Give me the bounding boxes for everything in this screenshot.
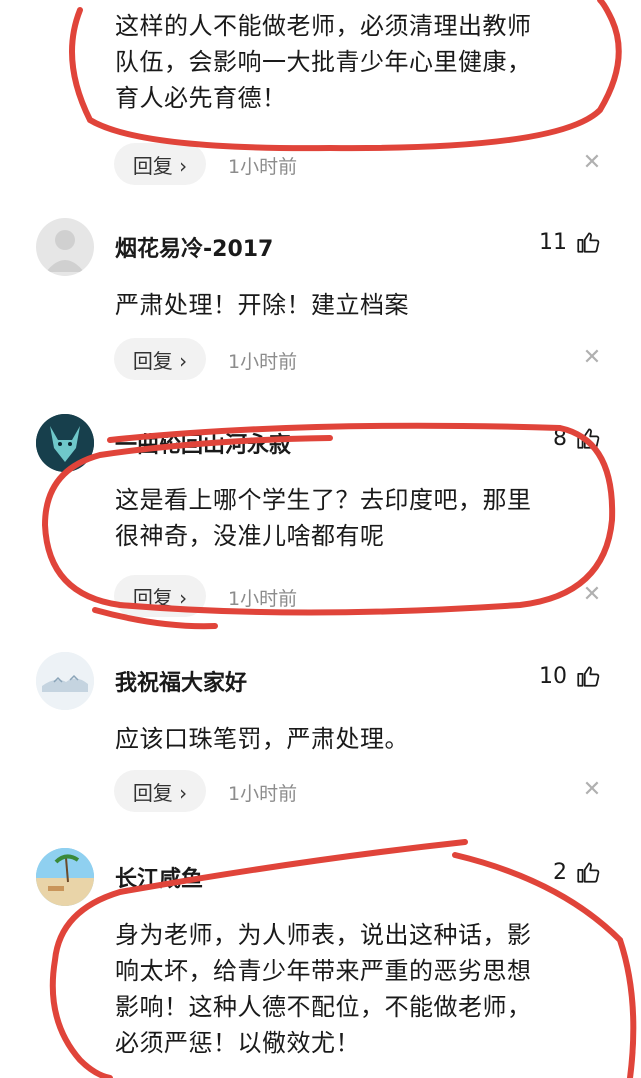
close-icon[interactable]: ✕	[578, 582, 606, 607]
close-icon[interactable]: ✕	[578, 777, 606, 802]
default-avatar-icon	[46, 230, 84, 272]
comment-text-line: 影响！这种人德不配位，不能做老师，	[115, 993, 532, 1021]
beach-avatar-icon	[36, 848, 94, 906]
comment-time: 1小时前	[228, 588, 298, 610]
comment-text-line: 应该口珠笔罚，严肃处理。	[115, 725, 409, 753]
thumbs-up-icon	[577, 666, 600, 687]
like-count: 8	[553, 425, 567, 451]
comment-text-line: 很神奇，没准儿啥都有呢	[115, 522, 385, 550]
commenter-name[interactable]: 一曲轮回山河永寂	[115, 427, 291, 459]
comment-4-text: 应该口珠笔罚，严肃处理。	[115, 721, 409, 757]
comment-time: 1小时前	[228, 156, 298, 178]
comment-text-line: 必须严惩！以儆效尤！	[115, 1029, 360, 1057]
like-button[interactable]: 2	[553, 859, 601, 885]
comment-text-line: 这是看上哪个学生了？去印度吧，那里	[115, 486, 532, 514]
comment-text-line: 严肃处理！开除！建立档案	[115, 291, 409, 319]
wolf-avatar-icon	[36, 414, 94, 472]
comment-time: 1小时前	[228, 351, 298, 373]
comment-3-text: 这是看上哪个学生了？去印度吧，那里 很神奇，没准儿啥都有呢	[115, 482, 532, 554]
comment-5-text: 身为老师，为人师表，说出这种话，影 响太坏，给青少年带来严重的恶劣思想 影响！这…	[115, 917, 532, 1061]
comment-text-line: 这样的人不能做老师，必须清理出教师	[115, 12, 532, 40]
snow-landscape-avatar-icon	[36, 652, 94, 710]
comment-2-text: 严肃处理！开除！建立档案	[115, 287, 409, 323]
comment-text-line: 队伍，会影响一大批青少年心里健康，	[115, 48, 532, 76]
like-button[interactable]: 8	[553, 425, 601, 451]
like-count: 10	[539, 663, 567, 689]
comment-text-line: 响太坏，给青少年带来严重的恶劣思想	[115, 957, 532, 985]
commenter-name[interactable]: 长江咸鱼	[115, 861, 203, 893]
like-count: 2	[553, 859, 567, 885]
comment-time: 1小时前	[228, 783, 298, 805]
like-button[interactable]: 10	[539, 663, 601, 689]
reply-button[interactable]: 回复 ›	[114, 143, 206, 185]
commenter-name[interactable]: 烟花易冷-2017	[115, 231, 273, 263]
avatar[interactable]	[36, 218, 94, 276]
comment-text-line: 育人必先育德！	[115, 84, 287, 112]
commenter-name[interactable]: 我祝福大家好	[115, 665, 247, 697]
close-icon[interactable]: ✕	[578, 345, 606, 370]
reply-button[interactable]: 回复 ›	[114, 338, 206, 380]
avatar[interactable]	[36, 414, 94, 472]
like-count: 11	[539, 229, 567, 255]
avatar[interactable]	[36, 652, 94, 710]
comment-1-text: 这样的人不能做老师，必须清理出教师 队伍，会影响一大批青少年心里健康， 育人必先…	[115, 8, 532, 116]
thumbs-up-icon	[577, 428, 600, 449]
like-button[interactable]: 11	[539, 229, 601, 255]
close-icon[interactable]: ✕	[578, 150, 606, 175]
avatar[interactable]	[36, 848, 94, 906]
reply-button[interactable]: 回复 ›	[114, 575, 206, 617]
thumbs-up-icon	[577, 232, 600, 253]
thumbs-up-icon	[577, 862, 600, 883]
reply-button[interactable]: 回复 ›	[114, 770, 206, 812]
comment-text-line: 身为老师，为人师表，说出这种话，影	[115, 921, 532, 949]
